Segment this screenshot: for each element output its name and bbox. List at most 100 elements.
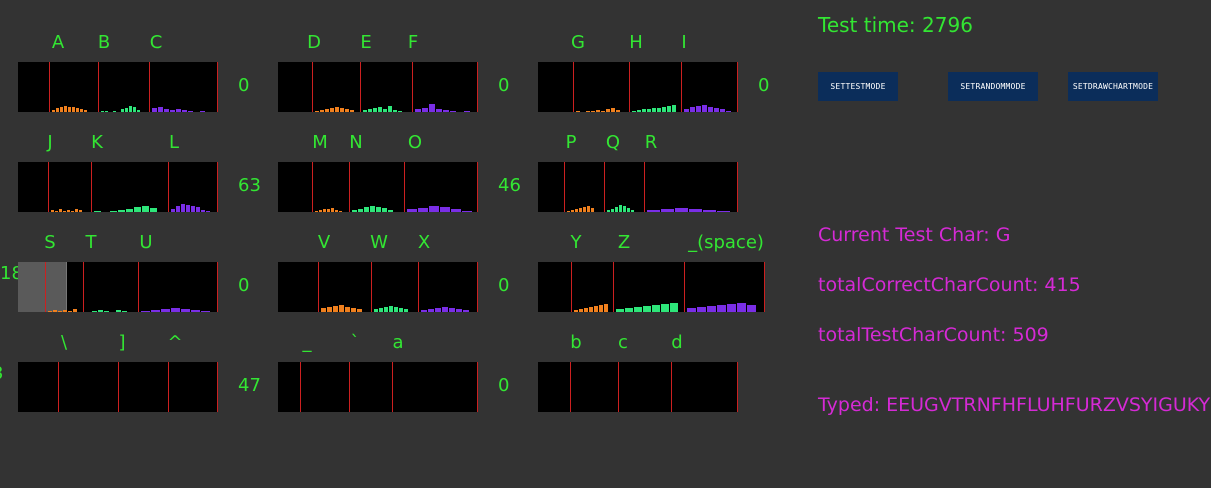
char-count: 0: [238, 275, 250, 296]
histogram-bar: [105, 111, 108, 112]
histogram-bar: [56, 108, 59, 112]
char-panel: V W X 0: [278, 232, 518, 322]
char-label: _(space): [688, 232, 764, 253]
histogram-bar: [60, 107, 63, 112]
histogram-bar: [429, 206, 439, 212]
histogram-bar: [436, 109, 442, 112]
histogram-bar: [737, 303, 746, 312]
histogram-bar: [687, 308, 696, 312]
histogram-right-edge: [477, 362, 478, 412]
histogram-right-edge: [737, 162, 738, 212]
set-draw-chart-mode-button[interactable]: SETDRAWCHARTMODE: [1068, 72, 1158, 101]
histogram-bar: [201, 210, 205, 212]
histogram-bar: [619, 205, 622, 212]
histogram-bar: [667, 106, 671, 112]
char-count: 46: [498, 175, 521, 196]
char-label: A: [51, 32, 65, 53]
char-divider: [570, 362, 571, 412]
histogram-bar: [152, 108, 157, 112]
char-panel: G H I 0: [538, 32, 778, 122]
histogram-bar: [345, 307, 350, 312]
char-divider: [684, 262, 685, 312]
histogram-bar: [428, 309, 434, 312]
histogram-bar: [378, 107, 382, 112]
char-histogram: [538, 162, 738, 212]
char-count: 47: [238, 375, 261, 396]
histogram-bar: [59, 209, 62, 212]
histogram-bar: [94, 211, 101, 212]
histogram-bar: [72, 107, 75, 112]
histogram-bar: [567, 211, 570, 212]
histogram-bar: [171, 308, 180, 312]
histogram-bar: [661, 304, 669, 312]
char-divider: [418, 262, 419, 312]
histogram-bar: [92, 311, 97, 312]
histogram-bar: [80, 109, 83, 112]
histogram-bar: [364, 207, 369, 212]
histogram-bar: [68, 311, 72, 312]
char-label: C: [149, 32, 163, 53]
histogram-bar: [79, 210, 82, 212]
histogram-right-edge: [737, 362, 738, 412]
histogram-bar: [591, 208, 594, 212]
set-test-mode-button[interactable]: SETTESTMODE: [818, 72, 898, 101]
histogram-bar: [661, 209, 674, 212]
char-count: 0: [758, 75, 770, 96]
char-divider: [168, 362, 169, 412]
histogram-bar: [657, 108, 661, 112]
char-label: H: [629, 32, 643, 53]
char-count: 0: [498, 75, 510, 96]
histogram-bar: [415, 109, 421, 112]
histogram-bar: [379, 308, 383, 312]
histogram-bar: [404, 309, 408, 312]
histogram-bar: [330, 108, 334, 112]
histogram-bar: [340, 108, 344, 112]
histogram-bar: [407, 209, 417, 212]
char-divider: [404, 162, 405, 212]
set-random-mode-button[interactable]: SETRANDOMMODE: [948, 72, 1038, 101]
histogram-bar: [335, 210, 338, 212]
char-panel: Y Z _(space): [538, 232, 778, 322]
histogram-bar: [151, 310, 160, 312]
histogram-bar: [623, 206, 626, 212]
histogram-bar: [604, 304, 608, 312]
histogram-bar: [606, 109, 610, 112]
histogram-bar: [451, 209, 461, 212]
char-divider: [49, 62, 50, 112]
histogram-bar: [352, 210, 357, 212]
histogram-bar: [589, 307, 593, 312]
histogram-bar: [116, 310, 121, 312]
char-divider: [91, 162, 92, 212]
char-label: \: [60, 332, 68, 353]
histogram-bar: [376, 207, 381, 212]
histogram-bar: [58, 311, 62, 312]
histogram-bar: [323, 209, 326, 212]
char-divider: [412, 62, 413, 112]
char-divider: [371, 262, 372, 312]
histogram-right-edge: [477, 262, 478, 312]
char-label: c: [618, 332, 628, 353]
char-label: _: [302, 332, 312, 353]
histogram-right-edge: [477, 62, 478, 112]
histogram-bar: [747, 305, 756, 312]
histogram-bar: [587, 206, 590, 212]
histogram-bar: [418, 208, 428, 212]
char-divider: [644, 162, 645, 212]
histogram-bar: [462, 211, 472, 212]
char-histogram: [538, 262, 765, 312]
char-histogram: [278, 62, 478, 112]
histogram-bar: [383, 109, 387, 112]
histogram-bar: [398, 111, 402, 112]
histogram-bar: [98, 310, 103, 312]
char-label: U: [139, 232, 153, 253]
histogram-bar: [134, 207, 141, 212]
char-divider: [138, 262, 139, 312]
histogram-bar: [327, 209, 330, 212]
char-panel: M N O 46: [278, 132, 521, 222]
histogram-bar: [632, 111, 636, 112]
total-correct-char-count: totalCorrectCharCount: 415: [818, 274, 1081, 296]
histogram-bar: [690, 107, 695, 112]
char-panel: \] ^ 47: [18, 332, 261, 422]
char-panel: D E F 0: [278, 32, 518, 122]
char-label: E: [360, 32, 372, 53]
